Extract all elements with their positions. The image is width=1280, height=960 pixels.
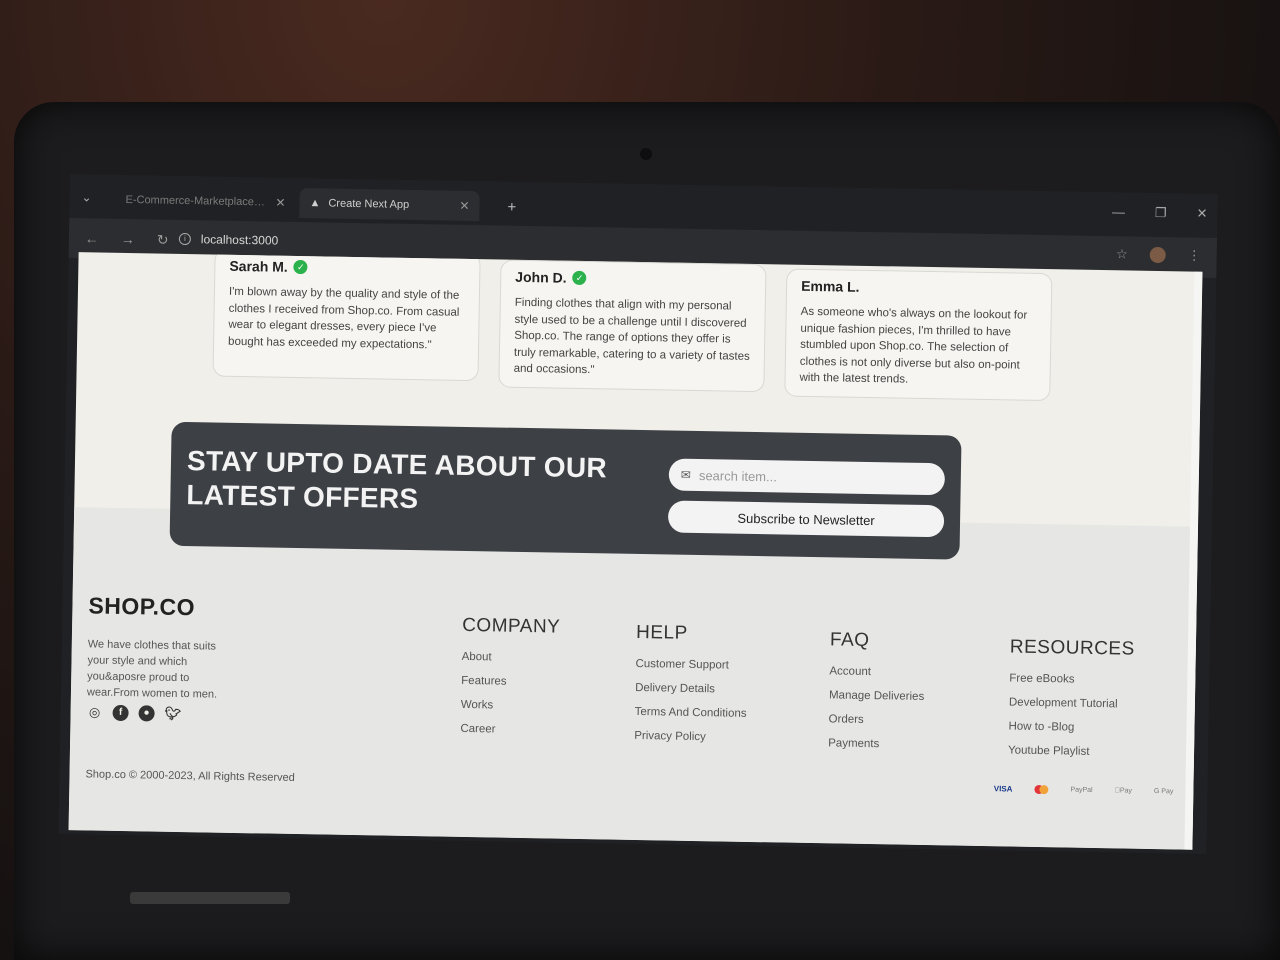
restore-icon[interactable]: ❐: [1155, 205, 1167, 221]
verified-check-icon: ✓: [572, 270, 587, 286]
footer-link[interactable]: Works: [461, 699, 559, 713]
review-text: Finding clothes that align with my perso…: [513, 296, 750, 377]
review-card: Sarah M. ✓ I'm blown away by the quality…: [212, 252, 481, 382]
profile-avatar[interactable]: [1149, 246, 1166, 264]
footer-link[interactable]: Free eBooks: [1009, 672, 1134, 686]
footer-link[interactable]: Customer Support: [635, 658, 747, 672]
next-favicon-icon: ▲: [309, 197, 321, 210]
footer-link[interactable]: About: [462, 651, 560, 665]
footer-link[interactable]: Features: [461, 675, 559, 689]
tab-search-icon[interactable]: ⌄: [81, 190, 91, 204]
menu-kebab-icon[interactable]: ⋮: [1188, 248, 1201, 264]
review-card: Emma L. As someone who's always on the l…: [784, 268, 1053, 402]
github-icon[interactable]: ●: [138, 705, 155, 722]
nav-buttons: ← → ↻: [85, 230, 169, 248]
subscribe-button[interactable]: Subscribe to Newsletter: [667, 500, 945, 538]
tab-title: Create Next App: [328, 197, 410, 211]
browser-window: ⌄ E-Commerce-Marketplace/dc ✕ ▲ Create N…: [58, 174, 1218, 854]
footer-link[interactable]: Terms And Conditions: [635, 706, 747, 720]
close-window-icon[interactable]: ✕: [1196, 206, 1207, 222]
google-pay-icon: G Pay: [1153, 788, 1174, 796]
mail-icon: ✉: [680, 467, 692, 482]
apple-pay-icon: Pay: [1115, 787, 1132, 795]
footer-link[interactable]: Account: [829, 665, 924, 679]
footer-link[interactable]: Privacy Policy: [634, 730, 746, 744]
newsletter-search-input[interactable]: [698, 467, 920, 487]
tab-create-next-app[interactable]: ▲ Create Next App ✕: [299, 188, 480, 222]
newsletter-input-wrapper[interactable]: ✉: [668, 458, 946, 496]
back-icon[interactable]: ←: [85, 230, 99, 247]
footer-column-resources: RESOURCES Free eBooks Development Tutori…: [1008, 636, 1135, 770]
newsletter-title: STAY UPTO DATE ABOUT OUR LATEST OFFERS: [186, 445, 608, 515]
new-tab-button[interactable]: +: [507, 199, 516, 216]
footer-column-company: COMPANY About Features Works Career: [460, 615, 560, 749]
footer-link[interactable]: Delivery Details: [635, 682, 747, 696]
site-info-icon[interactable]: i: [178, 232, 191, 246]
page-viewport: Sarah M. ✓ I'm blown away by the quality…: [68, 252, 1203, 850]
address-actions: ☆ ⋮: [1116, 246, 1201, 264]
reload-icon[interactable]: ↻: [157, 232, 169, 249]
url-field[interactable]: i localhost:3000: [178, 232, 279, 248]
footer-brand-logo[interactable]: SHOP.CO: [88, 592, 195, 621]
footer-column-title: FAQ: [829, 629, 870, 652]
footer-description: We have clothes that suits your style an…: [86, 638, 218, 701]
review-name-row: Sarah M. ✓: [229, 258, 465, 278]
footer-link[interactable]: Manage Deliveries: [829, 689, 924, 703]
reviewer-name: Sarah M.: [229, 257, 288, 275]
footer-column-title: RESOURCES: [1009, 636, 1135, 660]
review-name-row: John D. ✓: [515, 269, 751, 289]
footer-link[interactable]: Career: [460, 723, 558, 737]
tab-ecommerce[interactable]: E-Commerce-Marketplace/dc ✕: [115, 185, 295, 218]
footer-column-faq: FAQ Account Manage Deliveries Orders Pay…: [828, 629, 926, 763]
paypal-icon: PayPal: [1070, 786, 1093, 794]
webcam: [640, 148, 652, 160]
footer-column-title: HELP: [635, 621, 688, 644]
instagram-icon[interactable]: ◎: [86, 704, 102, 720]
minimize-icon[interactable]: —: [1112, 204, 1125, 220]
reviewer-name: Emma L.: [801, 277, 860, 295]
footer-link[interactable]: Payments: [828, 737, 923, 751]
footer-link[interactable]: Youtube Playlist: [1008, 744, 1133, 758]
newsletter-banner: STAY UPTO DATE ABOUT OUR LATEST OFFERS ✉…: [169, 421, 962, 560]
footer-link[interactable]: Development Tutorial: [1009, 696, 1134, 710]
close-tab-icon[interactable]: ✕: [275, 196, 285, 210]
forward-icon[interactable]: →: [121, 231, 135, 248]
social-links: ◎ f ● 🐦︎: [86, 704, 181, 722]
reviewer-name: John D.: [515, 268, 567, 286]
url-text: localhost:3000: [200, 232, 279, 248]
visa-icon: VISA: [993, 784, 1013, 794]
review-card: John D. ✓ Finding clothes that align wit…: [498, 259, 767, 393]
footer-column-help: HELP Customer Support Delivery Details T…: [634, 622, 748, 756]
close-tab-icon[interactable]: ✕: [459, 199, 469, 213]
facebook-icon[interactable]: f: [112, 704, 129, 722]
review-text: As someone who's always on the lookout f…: [799, 305, 1028, 386]
review-name-row: Emma L.: [801, 278, 1037, 298]
footer-link[interactable]: How to -Blog: [1008, 720, 1133, 734]
tab-title: E-Commerce-Marketplace/dc: [125, 193, 268, 209]
mastercard-icon: [1034, 784, 1049, 795]
review-text: I'm blown away by the quality and style …: [227, 285, 460, 351]
window-controls: — ❐ ✕: [1112, 204, 1208, 222]
footer-link[interactable]: Orders: [828, 713, 923, 727]
footer-column-title: COMPANY: [461, 614, 561, 638]
bookmark-star-icon[interactable]: ☆: [1116, 246, 1128, 262]
twitter-icon[interactable]: 🐦︎: [164, 706, 181, 722]
laptop-hinge: [130, 892, 290, 904]
verified-check-icon: ✓: [293, 259, 308, 275]
